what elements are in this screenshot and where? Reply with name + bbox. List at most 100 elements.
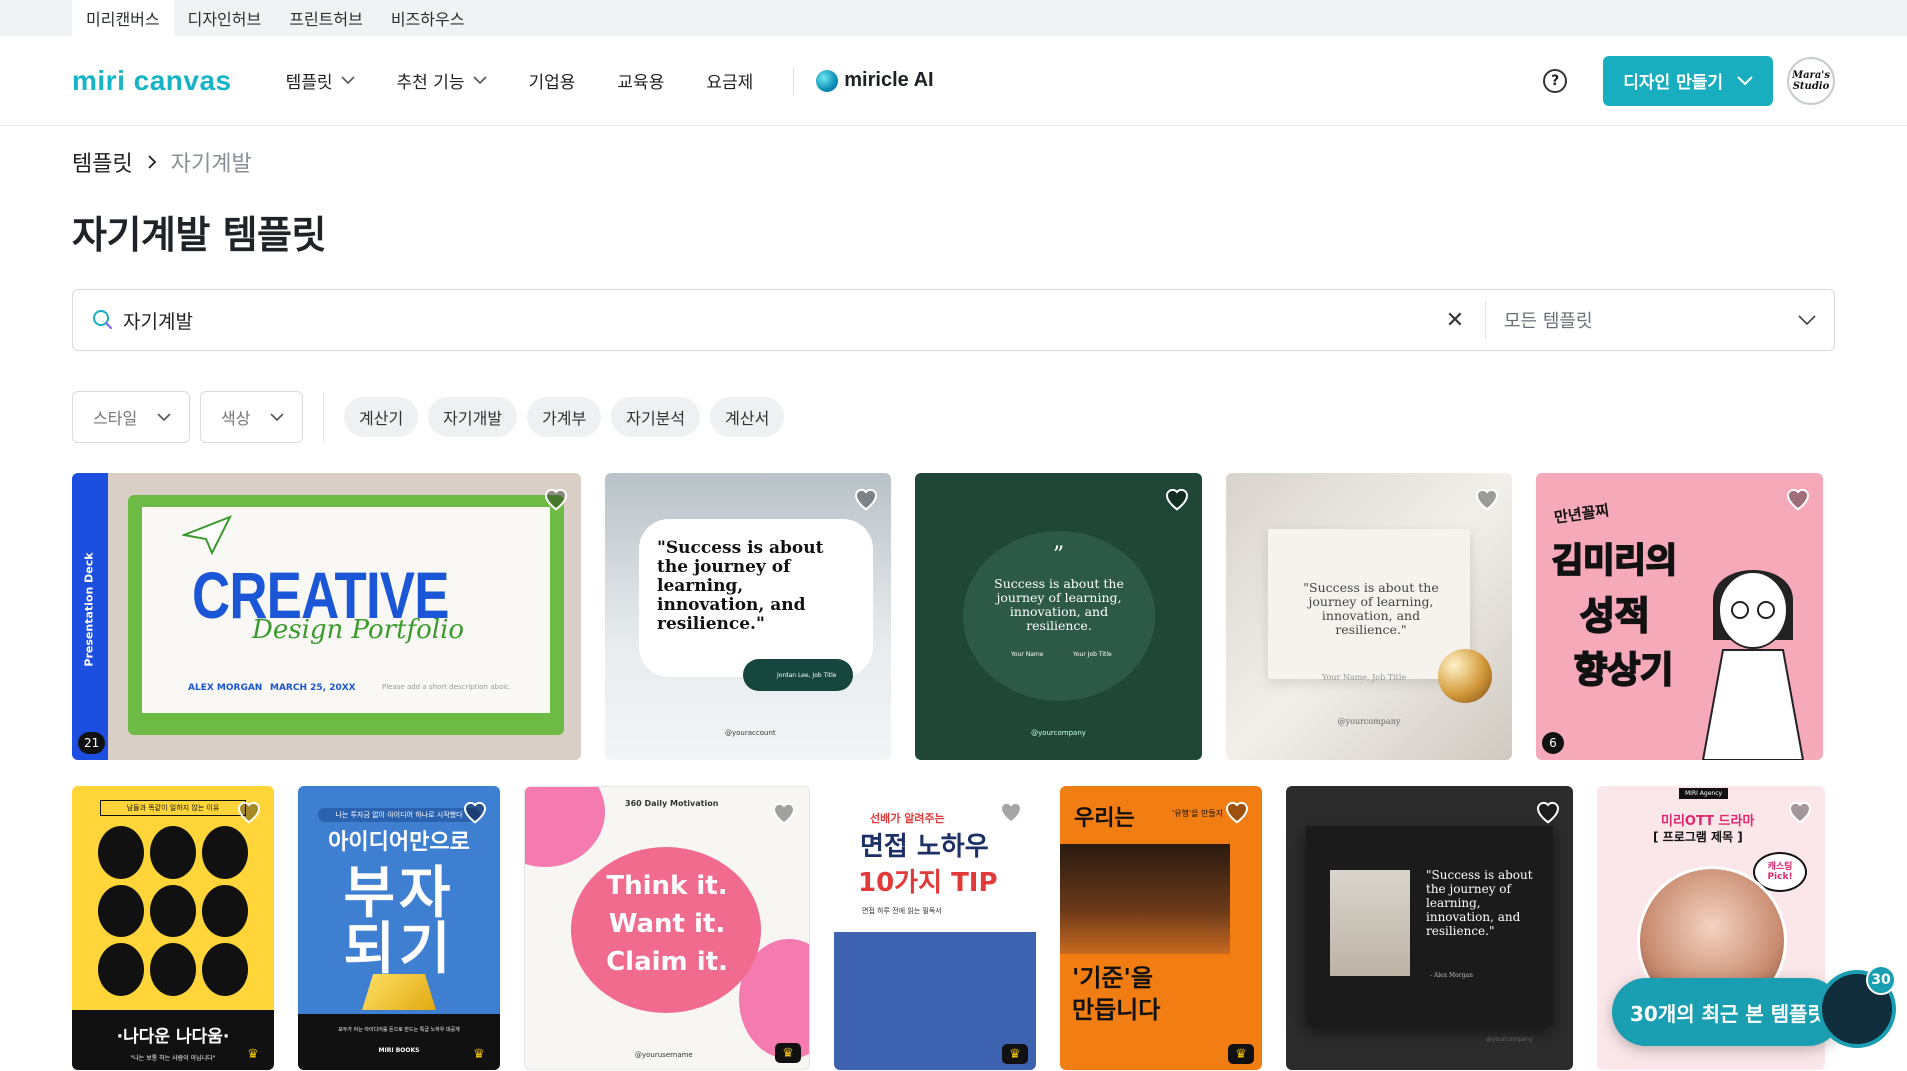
filter-label: 색상 [221,409,251,428]
chevron-down-icon [270,412,284,421]
template-card[interactable]: Presentation Deck CREATIVE Design Portfo… [72,473,581,760]
logo-text: miri canvas [72,64,232,96]
heart-icon[interactable] [851,483,881,513]
header-actions: ? 디자인 만들기 Mara's Studio [1543,55,1835,106]
heart-icon[interactable] [1783,483,1813,513]
card-handle: @yourcompany [1337,717,1401,726]
face-icon [98,884,144,938]
style-filter[interactable]: 스타일 [72,391,190,443]
premium-crown-icon: ♛ [775,1043,801,1063]
chevron-down-icon [157,412,171,421]
quote-mark: ” [1052,543,1065,568]
help-icon[interactable]: ? [1543,68,1568,93]
template-card[interactable]: "Success is about the journey of learnin… [605,473,891,760]
create-design-button[interactable]: 디자인 만들기 [1603,55,1773,106]
nav-enterprise[interactable]: 기업용 [529,68,576,93]
site-tab-designhub[interactable]: 디자인허브 [174,0,276,36]
recent-count-badge: 30 [1866,965,1896,995]
template-row-1: Presentation Deck CREATIVE Design Portfo… [72,473,1835,760]
card-top: 우리는 [1074,805,1135,831]
heart-icon[interactable] [1472,483,1502,513]
filter-label: 스타일 [93,409,138,428]
site-switcher: 미리캔버스 디자인허브 프린트허브 비즈하우스 [0,0,1907,36]
premium-crown-icon: ♛ [1228,1044,1254,1064]
card-subtitle: Design Portfolio [252,615,465,645]
template-card[interactable]: 360 Daily Motivation Think it. Want it. … [524,786,810,1070]
face-icon [202,826,248,879]
template-card[interactable]: 나는 투자금 없이 아이디어 하나로 시작했다 아이디어만으로 부자 되기 모두… [298,786,500,1070]
paper-plane-icon [182,515,232,555]
chevron-down-icon [472,76,487,85]
miricanvas-logo[interactable]: miri canvas [72,65,232,97]
search-icon [93,310,113,330]
site-tab-miricanvas[interactable]: 미리캔버스 [72,0,174,36]
main-header: miri canvas 템플릿 추천 기능 기업용 교육용 요금제 miricl… [0,36,1907,126]
card-handle: @yourcompany [1031,729,1086,737]
template-row-2: 남들과 똑같이 일하지 않는 이유 ·나다운 나다움· "나는 보통 하는 사람… [72,786,1835,1070]
card-side-label: Presentation Deck [82,552,96,667]
template-card[interactable]: 우리는 '유행'을 만들지 '기준'을 만듭니다 ♛ [1060,786,1262,1070]
breadcrumb-root[interactable]: 템플릿 [72,146,133,178]
site-tab-bizhouse[interactable]: 비즈하우스 [377,0,479,36]
card-line2: 성적 [1579,593,1651,639]
card-line1: Think it. [606,871,728,901]
template-card[interactable]: 선배가 알려주는 면접 노하우 10가지 TIP 면접 하루 전에 읽는 필독서… [834,786,1036,1070]
recent-templates-button[interactable]: 30개의 최근 본 템플릿 [1612,978,1842,1046]
create-design-label: 디자인 만들기 [1623,73,1723,93]
ai-orb-icon [816,69,839,92]
face-icon [98,826,144,879]
nav-pricing[interactable]: 요금제 [706,68,753,93]
card-handle: @yourcompany [1486,1036,1534,1043]
scope-label: 모든 템플릿 [1504,311,1593,332]
avatar[interactable]: Mara's Studio [1787,56,1835,105]
pink-blob [525,787,605,867]
template-card[interactable]: 남들과 똑같이 일하지 않는 이유 ·나다운 나다움· "나는 보통 하는 사람… [72,786,274,1070]
filter-divider [323,392,324,442]
template-card[interactable]: ” Success is about the journey of learni… [915,473,1202,760]
slide-inner: CREATIVE Design Portfolio ALEX MORGAN MA… [142,507,550,713]
heart-icon[interactable] [996,796,1026,826]
nav-education[interactable]: 교육용 [617,68,664,93]
template-card[interactable]: "Success is about the journey of learnin… [1286,786,1573,1070]
heart-icon[interactable] [769,797,799,827]
card-title2: 만듭니다 [1072,995,1161,1024]
filter-bar: 스타일 색상 계산기 자기개발 가계부 자기분석 계산서 [72,391,1835,443]
keyword-chip[interactable]: 가계부 [527,397,602,437]
face-icon [202,884,248,938]
heart-icon[interactable] [234,796,264,826]
card-agency: MIRI Agency [1679,788,1729,799]
template-card[interactable]: "Success is about the journey of learnin… [1226,473,1512,760]
keyword-chip[interactable]: 자기개발 [428,397,518,437]
fireplace-photo [1060,844,1230,954]
close-icon[interactable]: ✕ [1435,308,1475,333]
heart-icon[interactable] [1533,796,1563,826]
quote-text: "Success is about the journey of learnin… [1303,580,1439,637]
quote-name-pill: Jordan Lee, Job Title [743,659,853,691]
face-icon [150,943,196,996]
quote-text: "Success is about the journey of learnin… [657,538,824,634]
card-title1: 면접 노하우 [860,832,989,862]
card-name: - Alex Morgan [1430,972,1473,979]
face-icon [202,943,248,996]
keyword-chip[interactable]: 계산서 [710,397,785,437]
heart-icon[interactable] [1785,796,1815,826]
template-scope-select[interactable]: 모든 템플릿 [1504,307,1834,333]
nav-templates[interactable]: 템플릿 [286,68,355,93]
nav-features[interactable]: 추천 기능 [397,68,487,93]
miricle-ai-link[interactable]: miricle AI [816,69,934,92]
keyword-chip[interactable]: 계산기 [344,397,419,437]
heart-icon[interactable] [1162,483,1192,513]
keyword-chip[interactable]: 자기분석 [611,397,701,437]
heart-icon[interactable] [541,483,571,513]
site-tab-printhub[interactable]: 프린트허브 [275,0,377,36]
card-title2: 10가지 TIP [858,868,998,898]
color-filter[interactable]: 색상 [200,391,303,443]
heart-icon[interactable] [1222,796,1252,826]
page-count-badge: 21 [78,732,106,754]
heart-icon[interactable] [460,796,490,826]
template-card[interactable]: 만년꼴찌 김미리의 성적 향상기 6 [1536,473,1823,760]
card-top: 남들과 똑같이 일하지 않는 이유 [100,800,246,816]
search-input[interactable] [123,309,1435,331]
breadcrumb: 템플릿 자기계발 [72,146,1835,178]
recent-label: 30개의 최근 본 템플릿 [1630,1001,1826,1026]
